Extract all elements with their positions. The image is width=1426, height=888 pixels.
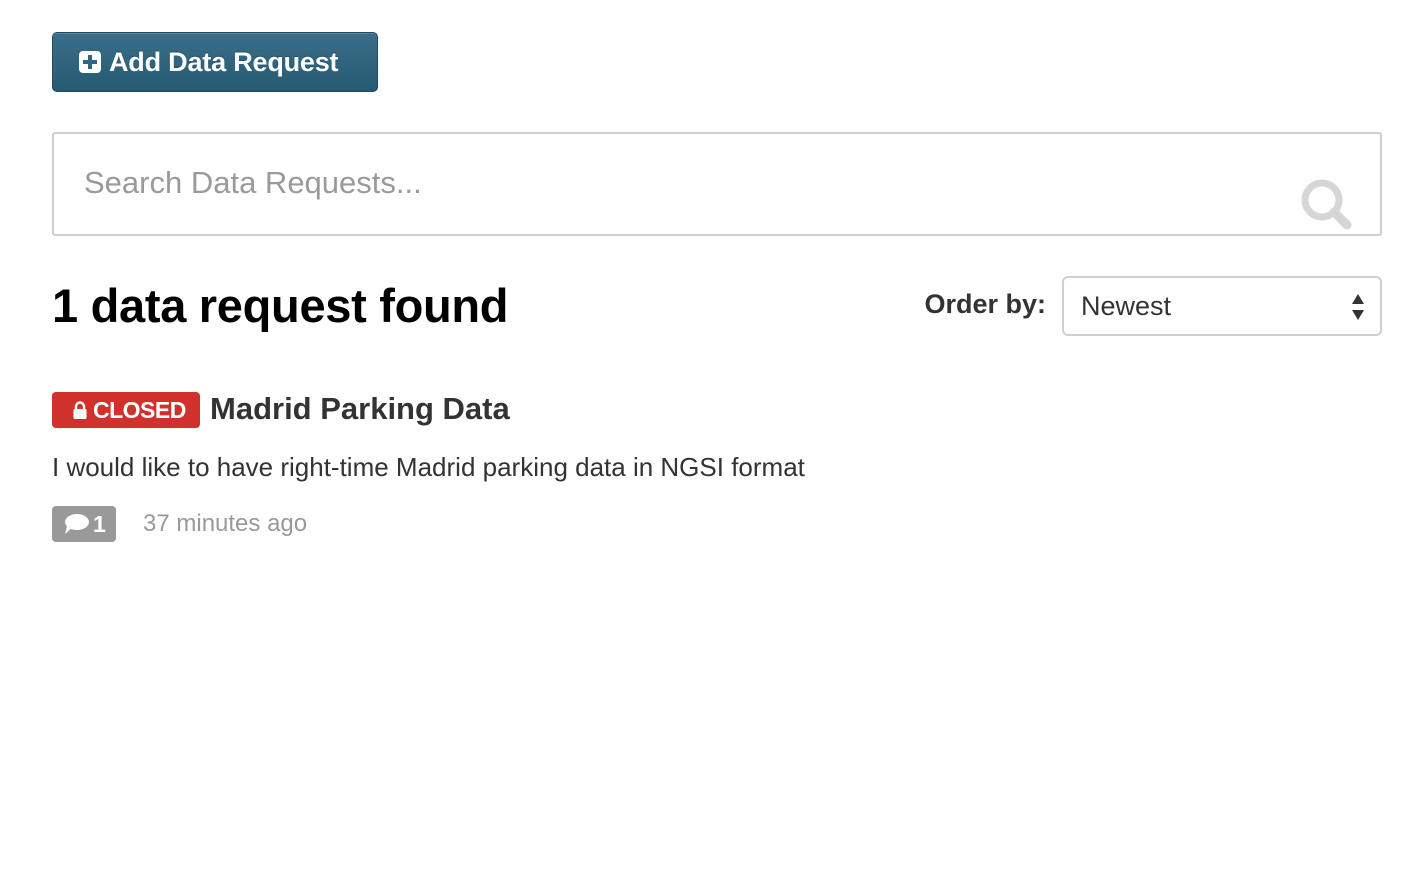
add-data-request-button[interactable]: Add Data Request xyxy=(52,32,378,92)
select-arrows-icon xyxy=(1352,294,1364,320)
comments-count: 1 xyxy=(93,510,106,537)
lock-icon xyxy=(73,401,87,419)
search-box xyxy=(52,132,1382,236)
comment-icon xyxy=(65,514,89,534)
plus-square-icon xyxy=(79,51,101,73)
search-input[interactable] xyxy=(54,134,1254,234)
order-by-select[interactable]: Newest xyxy=(1062,276,1382,336)
add-data-request-label: Add Data Request xyxy=(109,46,339,77)
comments-count-badge[interactable]: 1 xyxy=(52,506,116,542)
page: Add Data Request 1 data request found Or… xyxy=(0,0,1426,888)
search-icon[interactable] xyxy=(1298,178,1356,236)
status-badge-text: CLOSED xyxy=(93,396,186,423)
request-title-link[interactable]: Madrid Parking Data xyxy=(210,390,510,428)
results-count-title: 1 data request found xyxy=(52,279,509,332)
request-description: I would like to have right-time Madrid p… xyxy=(52,452,805,482)
order-by-selected-value: Newest xyxy=(1081,291,1172,321)
request-timestamp: 37 minutes ago xyxy=(143,510,308,537)
order-by-label: Order by: xyxy=(924,289,1046,319)
status-badge: CLOSED xyxy=(52,392,200,428)
